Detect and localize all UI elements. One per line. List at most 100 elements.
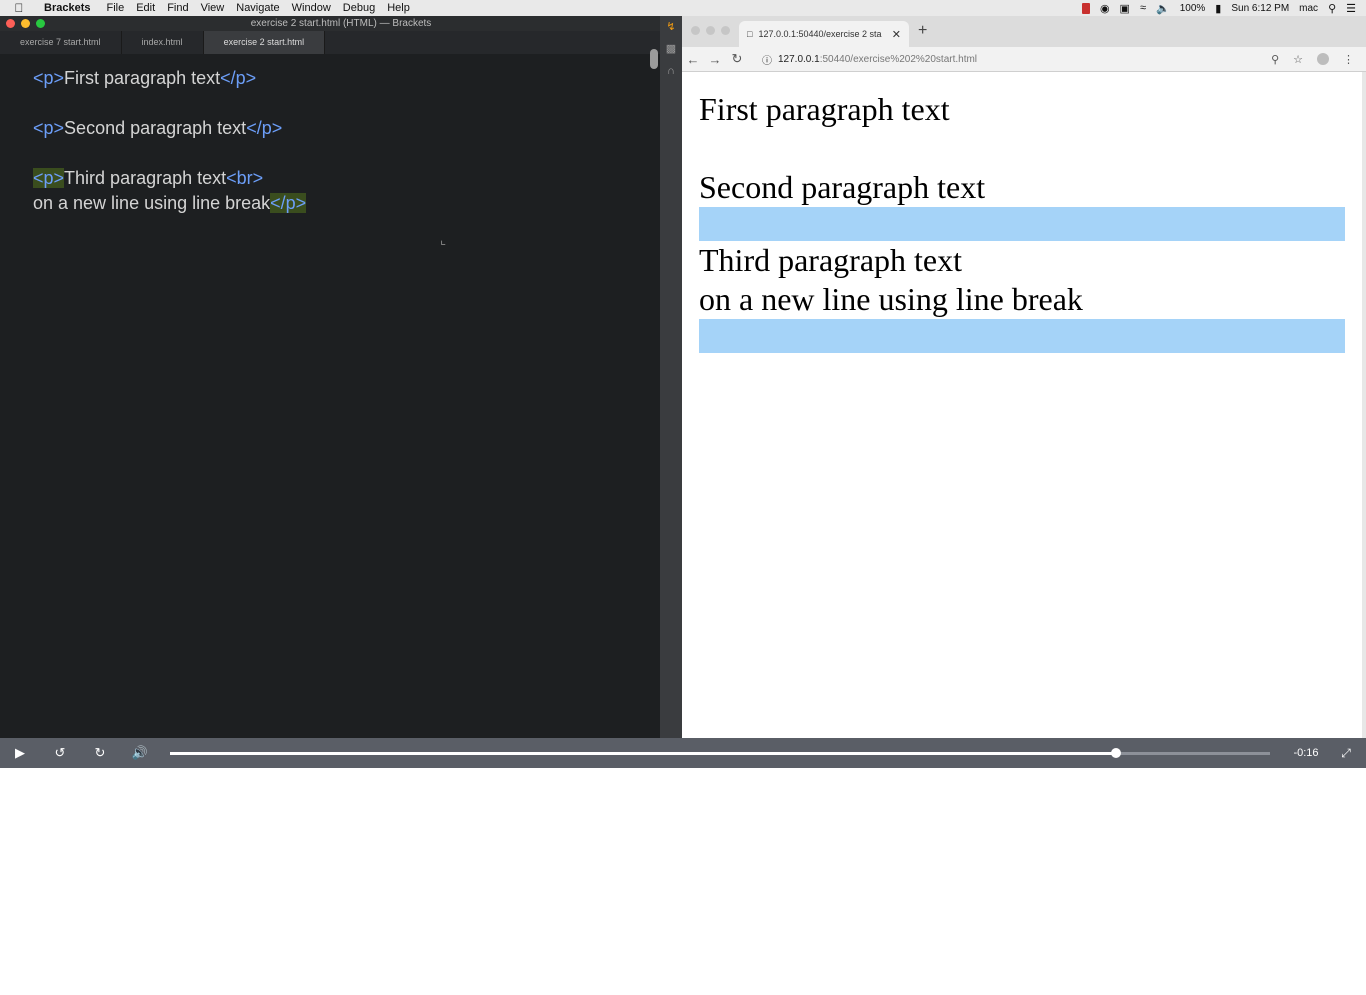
margin-highlight [699,319,1345,353]
rendered-paragraph-3-line-2: on a new line using line break [699,281,1083,317]
code-line[interactable]: <p>Second paragraph text</p> [33,116,306,141]
exit-fullscreen-icon[interactable]: ⤢ [1326,746,1366,761]
code-text: Second paragraph text [64,118,247,138]
back-icon[interactable]: ← [682,52,704,67]
menu-find[interactable]: Find [161,2,194,14]
code-tag: <br> [226,168,264,188]
editor-titlebar: exercise 2 start.html (HTML) — Brackets [0,16,682,31]
progress-fill [170,751,1116,755]
close-window-icon[interactable] [6,19,15,28]
battery-percent[interactable]: 100% [1180,3,1206,14]
code-tag-matched: <p> [33,168,65,188]
status-area: ◉ ▣ ≈ 🔈 100% ▮ Sun 6:12 PM mac ⚲ ☰ [1081,2,1366,15]
battery-icon: ▮ [1215,2,1222,15]
extension-manager-icon[interactable]: ▩ [660,38,682,60]
browser-toolbar: ← → ↻ ⓘ 127.0.0.1:50440/exercise%202%20s… [682,47,1366,72]
extract-icon[interactable]: ∩ [660,60,682,82]
bookmark-star-icon[interactable]: ☆ [1293,53,1303,66]
editor-tab-bar: exercise 7 start.html index.html exercis… [0,31,682,54]
browser-tab[interactable]: □ 127.0.0.1:50440/exercise 2 sta ✕ [739,21,909,47]
browser-tabstrip: □ 127.0.0.1:50440/exercise 2 sta ✕ + [682,16,1366,47]
code-editor[interactable]: <p>First paragraph text</p> <p>Second pa… [33,66,307,216]
forward-icon[interactable]: → [704,52,726,67]
volume-icon[interactable]: 🔈 [1156,2,1170,15]
reload-icon[interactable]: ↻ [726,51,748,67]
menu-window[interactable]: Window [286,2,337,14]
rendered-page: First paragraph text Second paragraph te… [699,90,1345,353]
progress-handle[interactable] [1111,747,1121,758]
url-host: 127.0.0.1 [778,53,820,65]
rendered-paragraph-3-line-1: Third paragraph text [699,242,962,278]
code-line-blank[interactable] [33,141,306,166]
menubar-clock[interactable]: Sun 6:12 PM [1231,3,1289,14]
menu-app-name[interactable]: Brackets [38,2,100,14]
browser-scrollbar[interactable] [1362,72,1366,738]
menubar-user[interactable]: mac [1299,3,1318,14]
info-icon[interactable]: ⓘ [762,52,772,67]
zoom-window-icon[interactable] [36,19,45,28]
live-preview-icon[interactable]: ↯ [660,16,682,38]
zoom-icon[interactable]: ⚲ [1271,53,1279,66]
extension-icon[interactable] [1317,52,1329,65]
code-line[interactable]: <p>Third paragraph text<br> [33,166,306,191]
code-tag-matched: </p> [270,193,307,213]
drive-icon[interactable]: ▣ [1120,2,1130,15]
browser-window: □ 127.0.0.1:50440/exercise 2 sta ✕ + ← →… [682,16,1366,738]
time-remaining: -0:16 [1293,747,1319,759]
browser-menu-icon[interactable]: ⋮ [1343,53,1354,66]
creative-cloud-icon[interactable]: ◉ [1100,2,1110,15]
tab-exercise-2[interactable]: exercise 2 start.html [203,31,326,54]
close-tab-icon[interactable]: ✕ [892,28,901,41]
address-bar[interactable]: ⓘ 127.0.0.1:50440/exercise%202%20start.h… [756,49,1358,69]
code-line[interactable]: <p>First paragraph text</p> [33,66,306,91]
code-line-blank[interactable] [33,91,306,116]
spotlight-search-icon[interactable]: ⚲ [1328,2,1336,15]
notification-center-icon[interactable]: ☰ [1346,2,1356,15]
apple-menu-icon[interactable]:  [0,1,38,15]
rendered-blank-line [699,129,1345,168]
rendered-paragraph-1: First paragraph text [699,91,950,127]
close-window-icon[interactable] [691,26,700,35]
code-tag: </p> [246,118,283,138]
volume-icon[interactable]: 🔊 [120,745,160,761]
rewind-10-icon[interactable]: ↺ [40,745,80,761]
forward-10-icon[interactable]: ↻ [80,745,120,761]
minimize-window-icon[interactable] [21,19,30,28]
brackets-editor-window: exercise 2 start.html (HTML) — Brackets … [0,16,682,738]
macos-menubar:  Brackets File Edit Find View Navigate … [0,0,1366,16]
tab-exercise-7[interactable]: exercise 7 start.html [0,31,122,54]
rendered-paragraph-2: Second paragraph text [699,169,986,205]
menu-view[interactable]: View [195,2,231,14]
tab-index[interactable]: index.html [122,31,204,54]
minimize-window-icon[interactable] [706,26,715,35]
video-player-controls: ▶ ↺ ↻ 🔊 -0:16 ⤢ [0,738,1366,768]
editor-side-toolbar: ↯ ▩ ∩ [660,16,682,738]
editor-window-title: exercise 2 start.html (HTML) — Brackets [250,18,432,29]
menu-debug[interactable]: Debug [337,2,381,14]
browser-window-controls [691,26,730,35]
editor-scrollbar[interactable] [650,49,658,69]
page-icon: □ [747,29,753,39]
code-text: First paragraph text [64,68,221,88]
recording-icon[interactable] [1081,2,1090,14]
play-icon[interactable]: ▶ [0,745,40,761]
menu-file[interactable]: File [100,2,130,14]
code-tag: <p> [33,118,65,138]
url-path: :50440/exercise%202%20start.html [819,53,978,65]
code-tag: <p> [33,68,65,88]
new-tab-icon[interactable]: + [918,22,927,40]
progress-track[interactable] [170,747,1270,758]
browser-tab-title: 127.0.0.1:50440/exercise 2 sta [758,29,882,39]
wifi-icon[interactable]: ≈ [1140,2,1146,14]
code-text: on a new line using line break [33,193,271,213]
window-controls [6,19,45,28]
margin-highlight [699,207,1345,241]
zoom-window-icon[interactable] [721,26,730,35]
code-text: Third paragraph text [64,168,227,188]
code-line[interactable]: on a new line using line break</p> [33,191,307,216]
menu-navigate[interactable]: Navigate [230,2,285,14]
code-tag: </p> [220,68,257,88]
text-cursor-icon: ⌞ [440,232,447,247]
menu-help[interactable]: Help [381,2,416,14]
menu-edit[interactable]: Edit [130,2,161,14]
